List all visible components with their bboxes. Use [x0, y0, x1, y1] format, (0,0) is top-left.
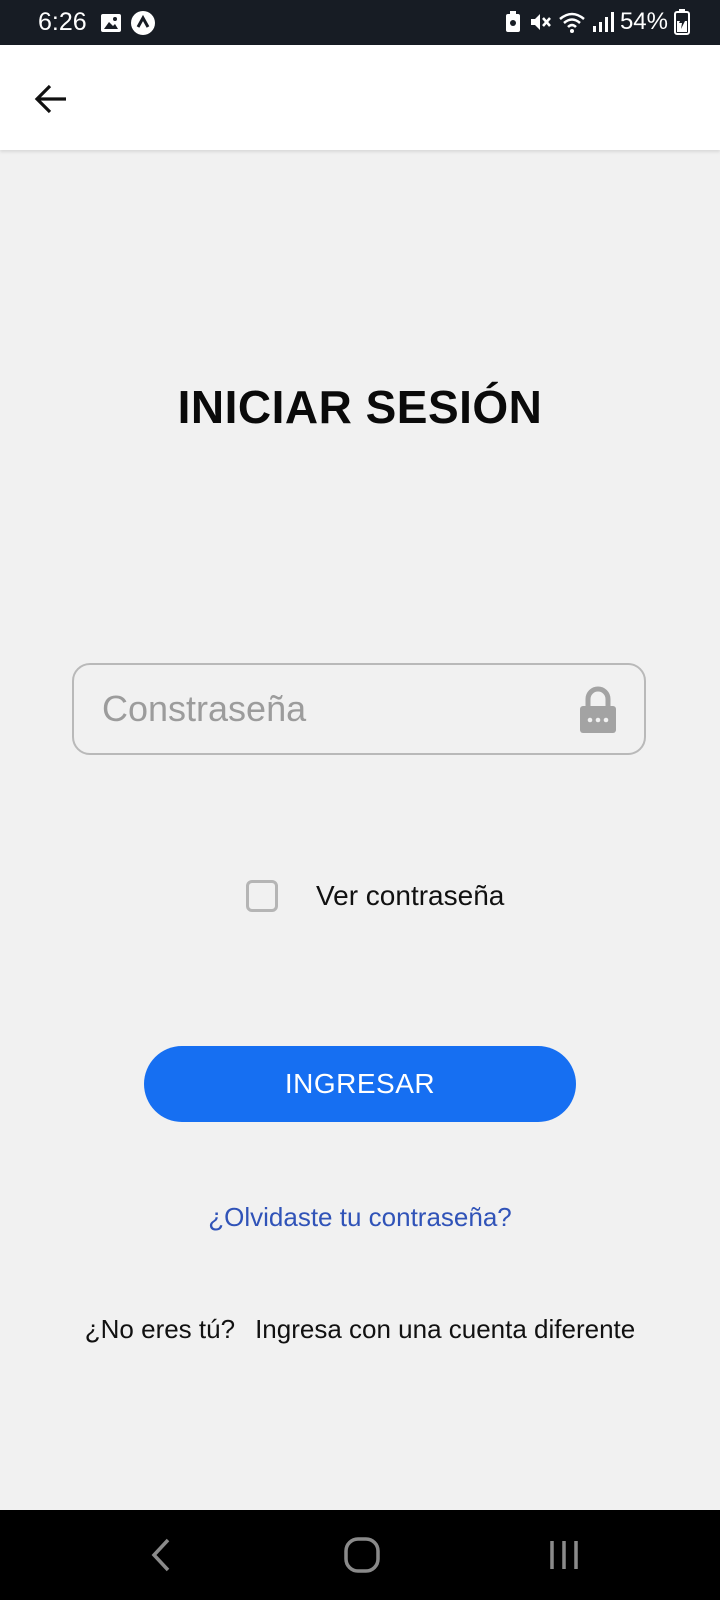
system-nav-bar [0, 1510, 720, 1600]
not-you-question: ¿No eres tú? [84, 1314, 236, 1344]
status-bar: 6:26 54% [0, 0, 720, 45]
lock-icon [580, 686, 616, 733]
back-arrow-icon [34, 84, 66, 114]
app-bar [0, 45, 720, 150]
back-nav-icon [151, 1538, 170, 1572]
nav-back-button[interactable] [131, 1530, 191, 1580]
image-icon [101, 14, 121, 32]
mute-icon [530, 14, 551, 30]
signal-icon [592, 12, 614, 32]
show-password-label: Ver contraseña [316, 880, 505, 911]
switch-account-link[interactable]: Ingresa con una cuenta diferente [255, 1314, 635, 1344]
back-button[interactable] [28, 75, 76, 123]
show-password-checkbox[interactable] [246, 880, 278, 912]
login-button[interactable]: INGRESAR [144, 1046, 576, 1122]
page-title: INICIAR SESIÓN [177, 381, 543, 433]
app-notification-icon [131, 11, 155, 35]
recents-nav-icon [550, 1541, 578, 1569]
wifi-icon [559, 12, 585, 33]
battery-icon [674, 9, 690, 35]
password-input[interactable] [102, 665, 542, 753]
status-time: 6:26 [38, 8, 87, 36]
status-left-icons [100, 10, 156, 36]
battery-percentage: 54% [619, 8, 668, 35]
switch-account-row: ¿No eres tú? Ingresa con una cuenta difer… [0, 1314, 720, 1345]
forgot-password-link[interactable]: ¿Olvidaste tu contraseña? [0, 1202, 720, 1233]
home-nav-icon [344, 1537, 380, 1573]
battery-saver-icon [505, 11, 520, 32]
show-password-toggle[interactable]: Ver contraseña [246, 880, 504, 912]
nav-home-button[interactable] [332, 1530, 392, 1580]
nav-recents-button[interactable] [534, 1530, 594, 1580]
status-right-icons: 54% [504, 6, 690, 38]
password-field [72, 663, 646, 755]
